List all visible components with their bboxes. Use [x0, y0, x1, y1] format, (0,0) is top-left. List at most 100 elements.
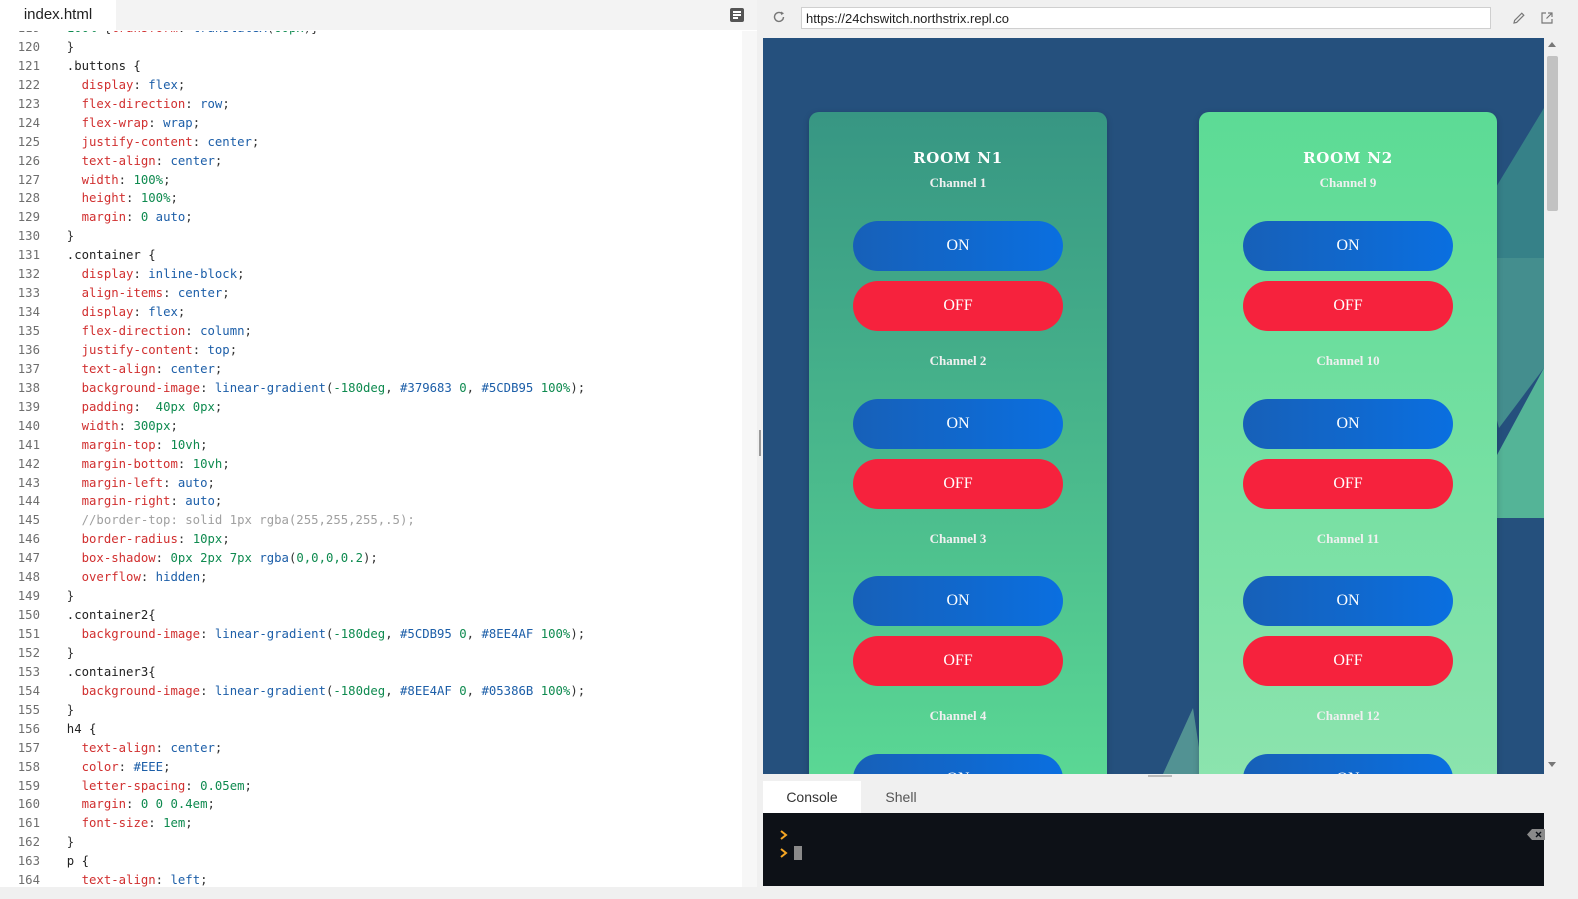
- line-number: 138: [17, 380, 40, 395]
- line-number: 130: [17, 229, 40, 244]
- code-text: box-shadow: 0px 2px 7px rgba(0,0,0,0.2);: [81, 551, 378, 566]
- browser-url-bar: https://24chswitch.northstrix.repl.co: [763, 0, 1578, 38]
- channel-2-on-button[interactable]: ON: [853, 399, 1063, 449]
- channel-label: Channel 9: [1319, 175, 1377, 190]
- code-line: 132 display: inline-block;: [0, 265, 742, 284]
- code-text: color: #EEE;: [81, 759, 171, 774]
- channel-11-on-button[interactable]: ON: [1243, 576, 1453, 626]
- code-text: margin-left: auto;: [81, 475, 215, 490]
- code-line: 121 .buttons {: [0, 57, 742, 76]
- code-lines: 119 100% {transform: translateX(60px)} 12…: [0, 31, 742, 889]
- code-line: 147 box-shadow: 0px 2px 7px rgba(0,0,0,0…: [0, 549, 742, 568]
- code-line: 160 margin: 0 0 0.4em;: [0, 795, 742, 814]
- code-line: 138 background-image: linear-gradient(-1…: [0, 379, 742, 398]
- channel-3-off-button[interactable]: OFF: [853, 636, 1063, 686]
- code-text: border-radius: 10px;: [81, 532, 230, 547]
- line-number: 156: [17, 721, 40, 736]
- file-tab-index-html[interactable]: index.html: [0, 0, 116, 30]
- outline-icon[interactable]: [730, 8, 744, 22]
- console-resize-handle[interactable]: [1148, 775, 1172, 777]
- line-number: 128: [17, 191, 40, 206]
- code-text: .container {: [52, 248, 156, 263]
- room-card-2: ROOM N2 Channel 9 ON OFF Channel 10 ON O…: [1199, 112, 1497, 774]
- code-text: 100% {transform: translateX(60px)}: [52, 31, 319, 38]
- preview-vertical-scrollbar[interactable]: [1544, 38, 1578, 774]
- line-number: 150: [17, 608, 40, 623]
- code-line: 131 .container {: [0, 246, 742, 265]
- code-line: 119 100% {transform: translateX(60px)}: [0, 31, 742, 38]
- url-input[interactable]: https://24chswitch.northstrix.repl.co: [801, 7, 1491, 29]
- channel-12-on-button[interactable]: ON: [1243, 754, 1453, 774]
- scrollbar-thumb[interactable]: [1547, 56, 1558, 211]
- code-text: h4 {: [52, 721, 97, 736]
- code-text: letter-spacing: 0.05em;: [81, 778, 252, 793]
- code-line: 157 text-align: center;: [0, 739, 742, 758]
- code-line: 156 h4 {: [0, 720, 742, 739]
- code-line: 130 }: [0, 227, 742, 246]
- channel-1-on-button[interactable]: ON: [853, 221, 1063, 271]
- channel-label: Channel 10: [1316, 353, 1380, 368]
- code-text: //border-top: solid 1px rgba(255,255,255…: [52, 513, 415, 528]
- code-text: display: flex;: [81, 77, 186, 92]
- code-line: 135 flex-direction: column;: [0, 322, 742, 341]
- code-area[interactable]: 119 100% {transform: translateX(60px)} 12…: [0, 31, 742, 889]
- channel-9-on-button[interactable]: ON: [1243, 221, 1453, 271]
- editor-tab-bar: index.html: [0, 0, 757, 30]
- room-title: ROOM N2: [1303, 149, 1393, 167]
- code-line: 159 letter-spacing: 0.05em;: [0, 777, 742, 796]
- clear-console-icon[interactable]: [1527, 829, 1545, 840]
- open-in-new-tab-icon[interactable]: [1539, 10, 1555, 26]
- code-text: text-align: center;: [81, 740, 223, 755]
- code-text: margin: 0 auto;: [81, 210, 193, 225]
- line-number: 123: [17, 96, 40, 111]
- line-number: 145: [17, 513, 40, 528]
- code-line: 123 flex-direction: row;: [0, 95, 742, 114]
- line-number: 139: [17, 399, 40, 414]
- editor-vertical-scrollbar[interactable]: [742, 31, 757, 889]
- line-number: 160: [17, 797, 40, 812]
- pencil-icon[interactable]: [1511, 10, 1527, 26]
- channel-1-off-button[interactable]: OFF: [853, 281, 1063, 331]
- line-number: 134: [17, 305, 40, 320]
- channel-2-off-button[interactable]: OFF: [853, 459, 1063, 509]
- channel-label: Channel 2: [929, 353, 987, 368]
- code-line: 134 display: flex;: [0, 303, 742, 322]
- code-line: 137 text-align: center;: [0, 360, 742, 379]
- tab-shell[interactable]: Shell: [863, 781, 939, 813]
- channel-11-off-button[interactable]: OFF: [1243, 636, 1453, 686]
- code-line: 144 margin-right: auto;: [0, 492, 742, 511]
- code-line: 152 }: [0, 644, 742, 663]
- code-editor[interactable]: index.html 119 100% {transform: translat…: [0, 0, 757, 899]
- splitter-grip-icon[interactable]: [759, 430, 761, 456]
- code-line: 127 width: 100%;: [0, 171, 742, 190]
- code-line: 140 width: 300px;: [0, 417, 742, 436]
- channel-10-on-button[interactable]: ON: [1243, 399, 1453, 449]
- channel-4-on-button[interactable]: ON: [853, 754, 1063, 774]
- code-line: 153 .container3{: [0, 663, 742, 682]
- editor-horizontal-scrollbar[interactable]: [0, 887, 757, 899]
- channel-3-on-button[interactable]: ON: [853, 576, 1063, 626]
- line-number: 148: [17, 570, 40, 585]
- prompt-chevron-icon: [780, 830, 788, 840]
- webview-preview[interactable]: ROOM N1 Channel 1 ON OFF Channel 2 ON OF…: [763, 38, 1544, 774]
- code-text: }: [52, 229, 75, 244]
- console-tab-bar: Console Shell: [763, 779, 1578, 813]
- line-number: 157: [17, 740, 40, 755]
- tab-console[interactable]: Console: [763, 781, 861, 813]
- console-output[interactable]: [763, 813, 1545, 886]
- channel-label: Channel 1: [929, 175, 987, 190]
- room-card-1: ROOM N1 Channel 1 ON OFF Channel 2 ON OF…: [809, 112, 1107, 774]
- code-text: margin: 0 0 0.4em;: [81, 797, 215, 812]
- channel-10-off-button[interactable]: OFF: [1243, 459, 1453, 509]
- scroll-down-icon[interactable]: [1548, 762, 1556, 767]
- code-text: }: [52, 835, 75, 850]
- line-number: 158: [17, 759, 40, 774]
- code-text: justify-content: top;: [81, 342, 238, 357]
- code-text: margin-bottom: 10vh;: [81, 456, 230, 471]
- code-line: 136 justify-content: top;: [0, 341, 742, 360]
- text-cursor: [794, 846, 802, 860]
- line-number: 142: [17, 456, 40, 471]
- reload-icon[interactable]: [772, 10, 786, 24]
- channel-9-off-button[interactable]: OFF: [1243, 281, 1453, 331]
- scroll-up-icon[interactable]: [1548, 42, 1556, 47]
